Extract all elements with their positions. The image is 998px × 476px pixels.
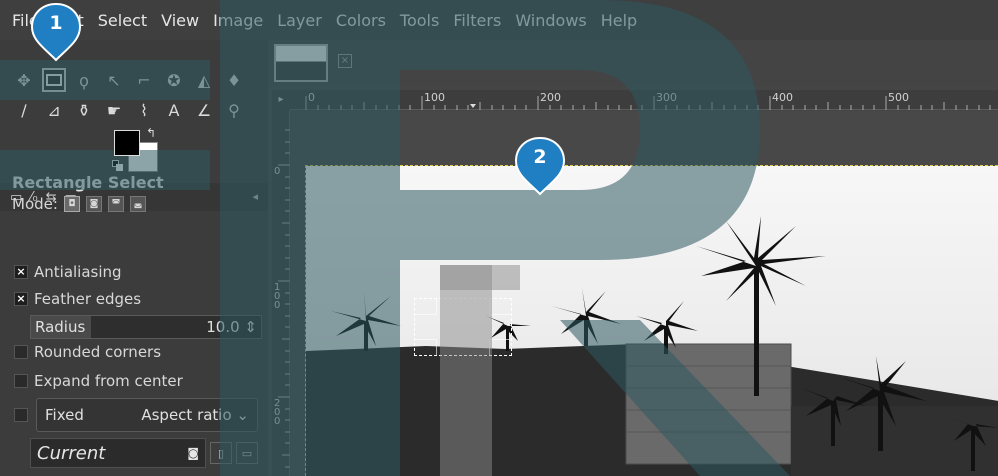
color-swatches: ↰ <box>112 126 164 175</box>
menu-colors[interactable]: Colors <box>336 11 386 30</box>
current-row: Current ◙ ▯ ▭ <box>30 438 258 468</box>
clear-field-icon[interactable]: ◙ <box>187 446 199 460</box>
close-image-icon[interactable]: × <box>338 54 352 68</box>
hruler-label-300: 300 <box>656 91 677 104</box>
step-marker-2: 2 <box>514 136 566 196</box>
text-icon[interactable]: A <box>162 98 186 122</box>
vertical-ruler: 0 100 200 <box>272 110 290 476</box>
reset-colors-icon[interactable] <box>112 160 124 172</box>
fuzzy-select-icon[interactable]: ↖ <box>102 68 126 92</box>
rect-select-icon[interactable] <box>42 68 66 92</box>
mode-replace-icon[interactable]: ◘ <box>63 196 80 212</box>
antialiasing-checkbox[interactable]: × <box>14 265 28 279</box>
radius-label: Radius <box>35 318 86 336</box>
measure-icon[interactable]: ∠ <box>192 98 216 122</box>
vruler-label-200: 200 <box>274 398 281 427</box>
marker-1-label: 1 <box>49 12 63 34</box>
step-marker-1: 1 <box>30 2 82 62</box>
rounded-corners-label: Rounded corners <box>34 343 162 361</box>
menu-windows[interactable]: Windows <box>515 11 586 30</box>
menu-filters[interactable]: Filters <box>453 11 501 30</box>
crop-icon[interactable]: ⌐ <box>132 68 156 92</box>
fixed-row: Fixed Aspect ratio ⌄ <box>14 398 258 432</box>
expand-checkbox[interactable] <box>14 374 28 388</box>
menu-help[interactable]: Help <box>601 11 637 30</box>
mode-row: Mode: ◘ ◙ ◚ ◛ <box>12 195 146 213</box>
fixed-label: Fixed <box>45 406 84 424</box>
tool-row-2: ∕ ⊿ ⚱ ☛ ⌇ A ∠ ⚲ <box>12 98 246 122</box>
ruler-corner-icon[interactable]: ▸ <box>272 90 290 110</box>
menu-view[interactable]: View <box>161 11 199 30</box>
landscape-icon[interactable]: ▭ <box>236 442 258 464</box>
hruler-label-0: 0 <box>308 91 315 104</box>
path-icon[interactable]: ⌇ <box>132 98 156 122</box>
feather-option[interactable]: × Feather edges <box>14 290 141 308</box>
portrait-icon[interactable]: ▯ <box>210 442 232 464</box>
zoom-icon[interactable]: ⚲ <box>222 98 246 122</box>
move-icon[interactable]: ✥ <box>12 68 36 92</box>
mode-label: Mode: <box>12 195 58 213</box>
menu-tools[interactable]: Tools <box>400 11 439 30</box>
feather-label: Feather edges <box>34 290 142 308</box>
selection-handle-nw[interactable] <box>415 299 437 315</box>
panel-menu-icon[interactable]: ◂ <box>252 190 258 203</box>
tool-options-title: Rectangle Select <box>12 173 164 192</box>
warp-icon[interactable]: ◭ <box>192 68 216 92</box>
menubar: File Edit Select View Image Layer Colors… <box>0 0 998 40</box>
paintbrush-icon[interactable]: ∕ <box>12 98 36 122</box>
transform-icon[interactable]: ✪ <box>162 68 186 92</box>
image-tabbar: × <box>268 40 998 86</box>
fixed-checkbox[interactable] <box>14 408 28 422</box>
antialiasing-label: Antialiasing <box>34 263 122 281</box>
rect-selection[interactable] <box>414 298 512 356</box>
selection-handle-se[interactable] <box>489 339 511 355</box>
feather-checkbox[interactable]: × <box>14 292 28 306</box>
marker-2-label: 2 <box>533 146 547 168</box>
photo-scene <box>306 166 998 476</box>
selection-handle-sw[interactable] <box>415 339 437 355</box>
smudge-icon[interactable]: ☛ <box>102 98 126 122</box>
selection-handle-ne[interactable] <box>489 299 511 315</box>
fixed-selected: Aspect ratio ⌄ <box>141 406 249 424</box>
hruler-label-200: 200 <box>540 91 561 104</box>
image-thumbnail[interactable] <box>274 44 328 82</box>
menu-image[interactable]: Image <box>213 11 263 30</box>
rounded-corners-option[interactable]: Rounded corners <box>14 343 161 361</box>
foreground-color[interactable] <box>114 130 140 156</box>
clone-icon[interactable]: ⚱ <box>72 98 96 122</box>
expand-option[interactable]: Expand from center <box>14 372 183 390</box>
mode-intersect-icon[interactable]: ◛ <box>129 196 146 212</box>
hruler-label-400: 400 <box>772 91 793 104</box>
free-select-icon[interactable]: ϙ <box>72 68 96 92</box>
antialiasing-option[interactable]: × Antialiasing <box>14 263 122 281</box>
fixed-dropdown[interactable]: Fixed Aspect ratio ⌄ <box>36 398 258 432</box>
mode-subtract-icon[interactable]: ◚ <box>107 196 124 212</box>
tool-row-1: ✥ ϙ ↖ ⌐ ✪ ◭ ♦ <box>12 68 246 92</box>
eraser-icon[interactable]: ⊿ <box>42 98 66 122</box>
image-canvas[interactable] <box>305 165 998 476</box>
mode-add-icon[interactable]: ◙ <box>85 196 102 212</box>
current-field[interactable]: Current ◙ <box>30 438 206 468</box>
expand-label: Expand from center <box>34 372 183 390</box>
rounded-corners-checkbox[interactable] <box>14 345 28 359</box>
horizontal-ruler: 0 100 200 300 400 500 <box>290 90 998 110</box>
swap-colors-icon[interactable]: ↰ <box>146 126 156 140</box>
current-value: Current <box>37 442 106 464</box>
radius-spinner[interactable]: Radius 10.0 ⇕ <box>30 315 262 339</box>
hruler-label-500: 500 <box>888 91 909 104</box>
vruler-label-0: 0 <box>274 166 281 177</box>
menu-layer[interactable]: Layer <box>277 11 322 30</box>
vruler-label-100: 100 <box>274 282 281 311</box>
hruler-label-100: 100 <box>424 91 445 104</box>
menu-select[interactable]: Select <box>98 11 147 30</box>
bucket-fill-icon[interactable]: ♦ <box>222 68 246 92</box>
radius-value: 10.0 ⇕ <box>206 318 257 336</box>
